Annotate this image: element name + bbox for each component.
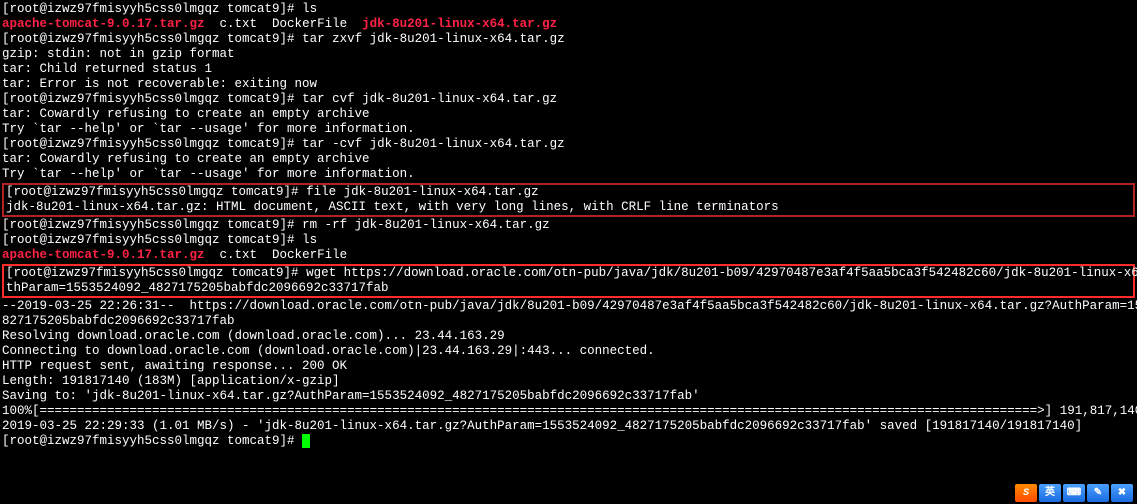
prompt-line: [root@izwz97fmisyyh5css0lmgqz tomcat9]# … — [2, 137, 1135, 152]
command: tar -cvf jdk-8u201-linux-x64.tar.gz — [302, 137, 565, 151]
ls-output: apache-tomcat-9.0.17.tar.gz c.txt Docker… — [2, 248, 1135, 263]
highlight-box-file: [root@izwz97fmisyyh5css0lmgqz tomcat9]# … — [2, 183, 1135, 217]
cursor[interactable] — [302, 434, 310, 448]
progress-percent: 100% — [2, 404, 32, 418]
prompt-line: [root@izwz97fmisyyh5css0lmgqz tomcat9]# … — [6, 266, 1131, 281]
prompt-line: [root@izwz97fmisyyh5css0lmgqz tomcat9]# … — [6, 185, 1131, 200]
command: ls — [302, 2, 317, 16]
error-line: tar: Error is not recoverable: exiting n… — [2, 77, 1135, 92]
prompt: [root@izwz97fmisyyh5css0lmgqz tomcat9]# — [2, 92, 302, 106]
prompt: [root@izwz97fmisyyh5css0lmgqz tomcat9]# — [2, 233, 302, 247]
ime-lang-icon[interactable]: 英 — [1039, 484, 1061, 502]
file-output: jdk-8u201-linux-x64.tar.gz: HTML documen… — [6, 200, 1131, 215]
progress-bar: [=======================================… — [32, 404, 1052, 418]
file-archive: apache-tomcat-9.0.17.tar.gz — [2, 17, 205, 31]
prompt: [root@izwz97fmisyyh5css0lmgqz tomcat9]# — [2, 2, 302, 16]
wget-output: 827175205babfdc2096692c33717fab — [2, 314, 1135, 329]
wget-done: 2019-03-25 22:29:33 (1.01 MB/s) - 'jdk-8… — [2, 419, 1135, 434]
error-line: Try `tar --help' or `tar --usage' for mo… — [2, 122, 1135, 137]
ime-close-icon[interactable]: ✖ — [1111, 484, 1133, 502]
ls-output: apache-tomcat-9.0.17.tar.gz c.txt Docker… — [2, 17, 1135, 32]
progress-stats: 191,817,140 649KB/s in 3m 0s — [1052, 404, 1137, 418]
wget-output: Connecting to download.oracle.com (downl… — [2, 344, 1135, 359]
wget-output: Saving to: 'jdk-8u201-linux-x64.tar.gz?A… — [2, 389, 1135, 404]
prompt-line: [root@izwz97fmisyyh5css0lmgqz tomcat9]# … — [2, 92, 1135, 107]
file-list: c.txt DockerFile — [205, 248, 348, 262]
prompt-line: [root@izwz97fmisyyh5css0lmgqz tomcat9]# — [2, 434, 1135, 449]
ime-keyboard-icon[interactable]: ⌨ — [1063, 484, 1085, 502]
highlight-box-wget: [root@izwz97fmisyyh5css0lmgqz tomcat9]# … — [2, 264, 1135, 298]
terminal-output[interactable]: [root@izwz97fmisyyh5css0lmgqz tomcat9]# … — [2, 2, 1135, 449]
prompt-line: [root@izwz97fmisyyh5css0lmgqz tomcat9]# … — [2, 233, 1135, 248]
prompt: [root@izwz97fmisyyh5css0lmgqz tomcat9]# — [2, 218, 302, 232]
prompt: [root@izwz97fmisyyh5css0lmgqz tomcat9]# — [2, 137, 302, 151]
command: rm -rf jdk-8u201-linux-x64.tar.gz — [302, 218, 550, 232]
prompt-line: [root@izwz97fmisyyh5css0lmgqz tomcat9]# … — [2, 2, 1135, 17]
command: ls — [302, 233, 317, 247]
system-tray: S 英 ⌨ ✎ ✖ — [1011, 482, 1137, 504]
command: file jdk-8u201-linux-x64.tar.gz — [306, 185, 539, 199]
error-line: Try `tar --help' or `tar --usage' for mo… — [2, 167, 1135, 182]
command: tar cvf jdk-8u201-linux-x64.tar.gz — [302, 92, 557, 106]
wget-output: Length: 191817140 (183M) [application/x-… — [2, 374, 1135, 389]
file-list: c.txt DockerFile — [205, 17, 363, 31]
error-line: tar: Cowardly refusing to create an empt… — [2, 107, 1135, 122]
prompt: [root@izwz97fmisyyh5css0lmgqz tomcat9]# — [2, 434, 302, 448]
error-line: tar: Cowardly refusing to create an empt… — [2, 152, 1135, 167]
file-archive: jdk-8u201-linux-x64.tar.gz — [362, 17, 557, 31]
prompt-line: [root@izwz97fmisyyh5css0lmgqz tomcat9]# … — [2, 218, 1135, 233]
ime-sogou-icon[interactable]: S — [1015, 484, 1037, 502]
ime-tool-icon[interactable]: ✎ — [1087, 484, 1109, 502]
prompt: [root@izwz97fmisyyh5css0lmgqz tomcat9]# — [6, 266, 306, 280]
file-archive: apache-tomcat-9.0.17.tar.gz — [2, 248, 205, 262]
prompt: [root@izwz97fmisyyh5css0lmgqz tomcat9]# — [6, 185, 306, 199]
command: tar zxvf jdk-8u201-linux-x64.tar.gz — [302, 32, 565, 46]
prompt: [root@izwz97fmisyyh5css0lmgqz tomcat9]# — [2, 32, 302, 46]
command-cont: thParam=1553524092_4827175205babfdc20966… — [6, 281, 1131, 296]
prompt-line: [root@izwz97fmisyyh5css0lmgqz tomcat9]# … — [2, 32, 1135, 47]
command: wget https://download.oracle.com/otn-pub… — [306, 266, 1137, 280]
error-line: tar: Child returned status 1 — [2, 62, 1135, 77]
progress-line: 100%[===================================… — [2, 404, 1135, 419]
wget-output: HTTP request sent, awaiting response... … — [2, 359, 1135, 374]
error-line: gzip: stdin: not in gzip format — [2, 47, 1135, 62]
wget-output: --2019-03-25 22:26:31-- https://download… — [2, 299, 1135, 314]
wget-output: Resolving download.oracle.com (download.… — [2, 329, 1135, 344]
